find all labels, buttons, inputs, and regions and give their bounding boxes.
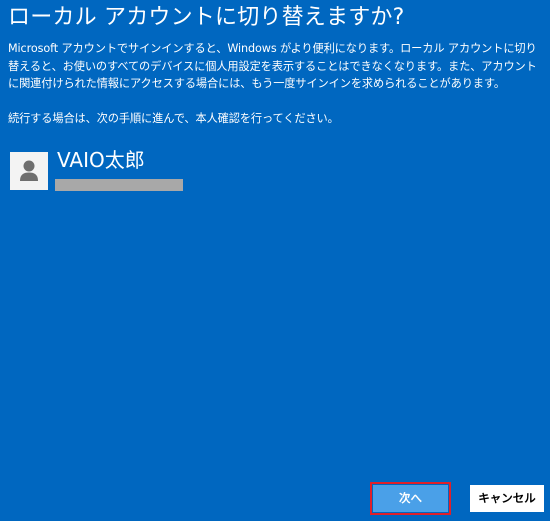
next-button[interactable]: 次へ (370, 482, 451, 515)
description-paragraph-2: 続行する場合は、次の手順に進んで、本人確認を行ってください。 (8, 111, 339, 125)
account-email-redacted (55, 179, 183, 191)
switch-to-local-account-page: ローカル アカウントに切り替えますか? Microsoft アカウントでサインイ… (0, 0, 550, 521)
account-name: VAIO太郎 (57, 148, 145, 172)
cancel-button[interactable]: キャンセル (470, 485, 544, 512)
page-title: ローカル アカウントに切り替えますか? (8, 5, 405, 30)
user-avatar-icon (10, 152, 48, 190)
description: Microsoft アカウントでサインインすると、Windows がより便利にな… (8, 40, 544, 127)
description-paragraph-1: Microsoft アカウントでサインインすると、Windows がより便利にな… (8, 42, 537, 90)
user-silhouette-icon (20, 160, 38, 181)
